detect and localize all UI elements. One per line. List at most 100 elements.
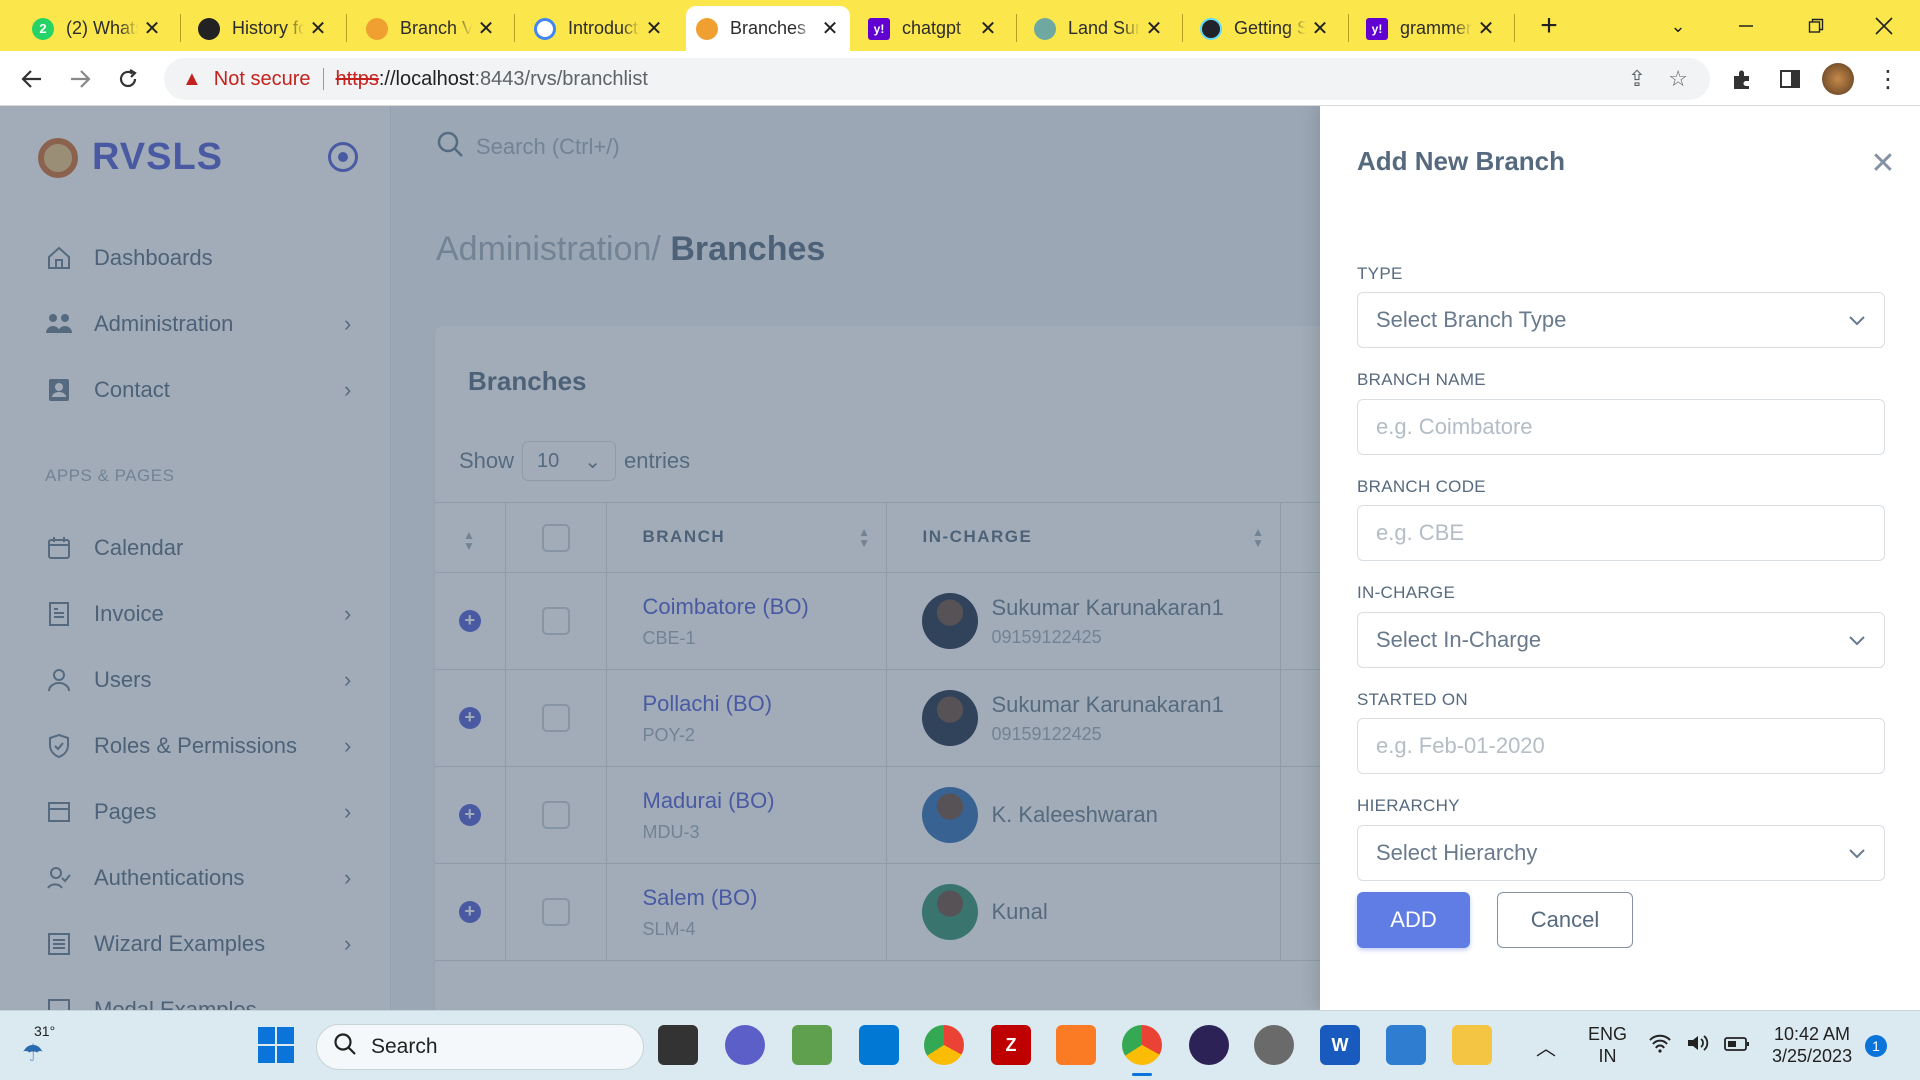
close-tab-icon[interactable]: ✕ bbox=[1144, 16, 1164, 41]
incharge-select[interactable]: Select In-Charge bbox=[1357, 612, 1885, 668]
browser-tab[interactable]: 2 (2) WhatsApp ✕ bbox=[22, 6, 172, 51]
modal-backdrop[interactable] bbox=[0, 106, 1320, 1010]
type-label: TYPE bbox=[1357, 264, 1403, 283]
close-icon[interactable]: ✕ bbox=[1868, 147, 1898, 180]
warning-triangle-icon: ▲ bbox=[182, 67, 202, 90]
language-indicator[interactable]: ENG IN bbox=[1588, 1023, 1627, 1067]
tab-label: chatgpt bbox=[902, 18, 962, 38]
tab-label: Branches bbox=[730, 18, 807, 38]
branch-code-label: BRANCH CODE bbox=[1357, 477, 1486, 496]
browser-tab[interactable]: History for ✕ bbox=[188, 6, 338, 51]
close-window-button[interactable] bbox=[1862, 8, 1906, 44]
bookmark-star-icon[interactable]: ☆ bbox=[1668, 66, 1688, 92]
branch-type-select[interactable]: Select Branch Type bbox=[1357, 292, 1885, 348]
minimize-icon bbox=[1739, 25, 1753, 27]
address-bar[interactable]: ▲ Not secure https ://localhost :8443/rv… bbox=[164, 58, 1710, 100]
tab-divider bbox=[514, 14, 515, 42]
branch-name-label: BRANCH NAME bbox=[1357, 370, 1486, 389]
new-tab-button[interactable]: + bbox=[1527, 8, 1571, 44]
vscode-icon[interactable] bbox=[859, 1025, 899, 1065]
tab-label: Land Survey bbox=[1068, 18, 1140, 38]
restore-window-button[interactable] bbox=[1794, 8, 1838, 44]
cancel-button[interactable]: Cancel bbox=[1497, 892, 1633, 948]
file-explorer-icon[interactable] bbox=[1452, 1025, 1492, 1065]
close-tab-icon[interactable]: ✕ bbox=[476, 16, 496, 41]
tab-divider bbox=[1514, 14, 1515, 42]
input-placeholder: e.g. Feb-01-2020 bbox=[1376, 733, 1545, 758]
reload-button[interactable] bbox=[110, 61, 146, 97]
taskbar-search-label: Search bbox=[371, 1035, 438, 1058]
tab-divider bbox=[1348, 14, 1349, 42]
search-icon bbox=[333, 1032, 357, 1062]
region: IN bbox=[1598, 1046, 1617, 1066]
browser-tab[interactable]: Introduction ✕ bbox=[524, 6, 674, 51]
security-status[interactable]: Not secure bbox=[214, 68, 311, 91]
browser-menu-icon[interactable]: ⋮ bbox=[1870, 61, 1906, 97]
extensions-button[interactable] bbox=[1724, 61, 1760, 97]
chrome-profile-icon[interactable] bbox=[1122, 1025, 1162, 1065]
eclipse-icon[interactable] bbox=[1189, 1025, 1229, 1065]
tab-divider bbox=[346, 14, 347, 42]
tab-search-chevron-icon[interactable]: ⌄ bbox=[1656, 8, 1700, 44]
chrome-icon[interactable] bbox=[924, 1025, 964, 1065]
hierarchy-select[interactable]: Select Hierarchy bbox=[1357, 825, 1885, 881]
nodejs-icon[interactable] bbox=[792, 1025, 832, 1065]
whatsapp-icon: 2 bbox=[32, 17, 54, 40]
tab-label: Getting Started bbox=[1234, 18, 1306, 38]
tab-divider bbox=[180, 14, 181, 42]
back-button[interactable] bbox=[14, 61, 50, 97]
notepad-icon[interactable] bbox=[1386, 1025, 1426, 1065]
puzzle-icon bbox=[1734, 70, 1749, 89]
close-tab-icon[interactable]: ✕ bbox=[644, 16, 664, 41]
browser-tab-strip: 2 (2) WhatsApp ✕ History for ✕ Branch Vi… bbox=[0, 0, 1920, 51]
word-icon[interactable]: W bbox=[1320, 1025, 1360, 1065]
branch-code-input[interactable]: e.g. CBE bbox=[1357, 505, 1885, 561]
close-tab-icon[interactable]: ✕ bbox=[820, 16, 840, 41]
browser-tab[interactable]: Getting Started ✕ bbox=[1190, 6, 1340, 51]
close-tab-icon[interactable]: ✕ bbox=[308, 16, 328, 41]
wifi-icon[interactable] bbox=[1648, 1033, 1672, 1059]
weather-widget[interactable]: ☂ 31° bbox=[22, 1021, 72, 1071]
forward-button[interactable] bbox=[62, 61, 98, 97]
system-clock[interactable]: 10:42 AM 3/25/2023 bbox=[1772, 1023, 1852, 1067]
url-host: ://localhost bbox=[378, 67, 475, 90]
chevron-down-icon bbox=[1848, 840, 1866, 866]
tab-label: History for bbox=[232, 18, 304, 38]
xampp-icon[interactable] bbox=[1056, 1025, 1096, 1065]
browser-toolbar: ▲ Not secure https ://localhost :8443/rv… bbox=[0, 51, 1920, 106]
incharge-label: IN-CHARGE bbox=[1357, 583, 1456, 602]
taskbar-search[interactable]: Search bbox=[316, 1024, 644, 1070]
volume-icon[interactable] bbox=[1686, 1033, 1710, 1059]
yahoo-icon: y! bbox=[1366, 17, 1388, 40]
close-tab-icon[interactable]: ✕ bbox=[142, 16, 162, 41]
branch-name-input[interactable]: e.g. Coimbatore bbox=[1357, 399, 1885, 455]
browser-tab[interactable]: Land Survey ✕ bbox=[1024, 6, 1174, 51]
browser-tab-active[interactable]: Branches ✕ bbox=[686, 6, 850, 51]
close-window-icon bbox=[1875, 17, 1893, 35]
chat-icon[interactable] bbox=[725, 1025, 765, 1065]
tray-overflow-chevron-icon[interactable]: ︿ bbox=[1536, 1011, 1556, 1080]
close-tab-icon[interactable]: ✕ bbox=[1476, 16, 1496, 41]
chevron-down-icon bbox=[1848, 627, 1866, 653]
side-panel-button[interactable] bbox=[1772, 61, 1808, 97]
browser-tab[interactable]: Branch View ✕ bbox=[356, 6, 506, 51]
filezilla-icon[interactable]: Z bbox=[991, 1025, 1031, 1065]
tab-label: Branch View bbox=[400, 18, 472, 38]
minimize-window-button[interactable] bbox=[1724, 8, 1768, 44]
profile-avatar[interactable] bbox=[1820, 61, 1856, 97]
notification-badge[interactable]: 1 bbox=[1865, 1035, 1887, 1057]
app-page: RVSLS Dashboards Administration › Contac… bbox=[0, 106, 1920, 1010]
task-view-icon[interactable] bbox=[658, 1025, 698, 1065]
reload-icon bbox=[119, 69, 137, 88]
share-icon[interactable]: ⇪ bbox=[1628, 66, 1646, 92]
battery-icon[interactable] bbox=[1724, 1035, 1750, 1058]
browser-tab[interactable]: y! grammer ✕ bbox=[1356, 6, 1506, 51]
close-tab-icon[interactable]: ✕ bbox=[1310, 16, 1330, 41]
started-on-input[interactable]: e.g. Feb-01-2020 bbox=[1357, 718, 1885, 774]
settings-gear-icon[interactable] bbox=[1254, 1025, 1294, 1065]
clock-time: 10:42 AM bbox=[1774, 1024, 1851, 1044]
windows-start-icon[interactable] bbox=[258, 1027, 294, 1063]
add-button[interactable]: ADD bbox=[1357, 892, 1470, 948]
close-tab-icon[interactable]: ✕ bbox=[978, 16, 998, 41]
browser-tab[interactable]: y! chatgpt ✕ bbox=[858, 6, 1008, 51]
